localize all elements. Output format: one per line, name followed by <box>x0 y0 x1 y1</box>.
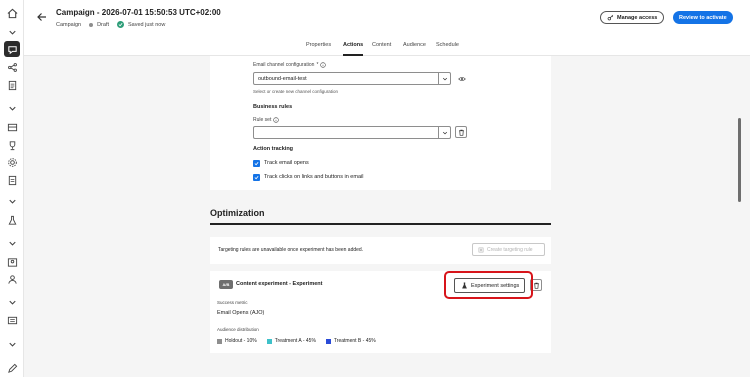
trash-icon <box>458 129 464 136</box>
saved-check-icon <box>117 21 124 28</box>
treatment-a-swatch <box>266 338 272 344</box>
review-to-activate-button[interactable]: Review to activate <box>673 11 733 24</box>
tab-content[interactable]: Content <box>372 42 391 48</box>
success-metric-value: Email Opens (AJO) <box>217 310 265 316</box>
gear-icon[interactable] <box>5 155 19 169</box>
optimization-heading: Optimization <box>210 208 265 218</box>
audience-distribution-legend: Holdout - 10% Treatment A - 45% Treatmen… <box>217 338 376 344</box>
legend-treatment-b: Treatment B - 45% <box>325 338 376 344</box>
chevron-down-icon[interactable] <box>5 295 19 309</box>
email-config-value: outbound-email-test <box>258 75 307 82</box>
key-icon <box>607 14 614 21</box>
chevron-down-icon[interactable] <box>5 236 19 250</box>
holdout-swatch <box>217 338 222 344</box>
business-rules-heading: Business rules <box>253 104 293 110</box>
manage-access-label: Manage access <box>617 14 658 21</box>
tab-properties[interactable]: Properties <box>306 42 331 48</box>
edit-icon[interactable] <box>5 361 19 375</box>
scrollbar-thumb[interactable] <box>738 118 741 202</box>
audiences-icon[interactable] <box>5 255 19 269</box>
chevron-down-icon[interactable] <box>438 127 450 138</box>
home-icon[interactable] <box>5 6 19 20</box>
tab-actions[interactable]: Actions <box>343 42 364 56</box>
eye-icon[interactable] <box>458 76 466 82</box>
action-settings-panel: Email channel configuration * outbound-e… <box>210 56 551 190</box>
action-tracking-heading: Action tracking <box>253 146 294 152</box>
ab-badge: A/B <box>219 280 233 289</box>
delete-rule-set-button[interactable] <box>455 126 467 138</box>
reports-icon[interactable] <box>5 173 19 187</box>
legend-treatment-a: Treatment A - 45% <box>266 338 316 344</box>
rule-set-select[interactable] <box>253 126 451 139</box>
experiment-title: Content experiment - Experiment <box>236 281 323 287</box>
chevron-down-icon[interactable] <box>5 194 19 208</box>
track-opens-label: Track email opens <box>264 160 309 166</box>
draft-status-dot <box>89 22 94 27</box>
targeting-unavailable-note: Targeting rules are unavailable once exp… <box>218 247 364 253</box>
channels-icon[interactable] <box>5 120 19 134</box>
legend-holdout: Holdout - 10% <box>217 338 257 344</box>
chevron-down-icon[interactable] <box>5 337 19 351</box>
optimization-divider <box>210 223 551 225</box>
rule-set-label: Rule set <box>253 117 280 123</box>
audience-distribution-label: Audience distribution <box>217 327 259 332</box>
create-targeting-rule-label: Create targeting rule <box>487 246 533 253</box>
track-clicks-label: Track clicks on links and buttons in ema… <box>264 174 364 180</box>
tab-audience[interactable]: Audience <box>403 42 426 48</box>
tab-bar: Properties Actions Content Audience Sche… <box>24 36 750 56</box>
email-config-helper: Select or create new channel configurati… <box>253 89 339 94</box>
schemas-icon[interactable] <box>5 313 19 327</box>
flask-icon[interactable] <box>5 213 19 227</box>
highlight-box <box>444 271 533 299</box>
targeting-rules-card: Targeting rules are unavailable once exp… <box>210 237 551 264</box>
success-metric-label: Success metric <box>217 300 248 305</box>
campaign-status-line: Campaign Draft Saved just now <box>56 21 165 28</box>
chevron-down-icon[interactable] <box>5 101 19 115</box>
left-nav-rail <box>0 0 24 377</box>
info-icon[interactable] <box>320 62 327 68</box>
campaigns-icon[interactable] <box>4 41 20 57</box>
track-opens-checkbox[interactable] <box>253 160 260 167</box>
track-clicks-checkbox[interactable] <box>253 174 260 181</box>
status-badge: Draft <box>97 21 109 28</box>
campaign-header: Campaign - 2026-07-01 15:50:53 UTC+02:00… <box>24 0 750 36</box>
saved-status: Saved just now <box>128 21 166 28</box>
chevron-down-icon[interactable] <box>5 25 19 39</box>
object-type-label: Campaign <box>56 21 82 28</box>
trash-icon <box>533 282 539 289</box>
journeys-icon[interactable] <box>5 60 19 74</box>
email-config-select[interactable]: outbound-email-test <box>253 72 451 85</box>
manage-access-button[interactable]: Manage access <box>600 11 665 24</box>
targeting-icon <box>478 247 484 252</box>
info-icon[interactable] <box>273 117 280 123</box>
create-targeting-rule-button[interactable]: Create targeting rule <box>472 243 545 256</box>
trophy-icon[interactable] <box>5 138 19 152</box>
email-config-label: Email channel configuration * <box>253 62 327 68</box>
chevron-down-icon[interactable] <box>438 73 450 84</box>
profiles-icon[interactable] <box>5 272 19 286</box>
back-arrow-icon[interactable] <box>36 11 48 23</box>
page-title: Campaign - 2026-07-01 15:50:53 UTC+02:00 <box>56 8 221 17</box>
tab-schedule[interactable]: Schedule <box>436 42 459 48</box>
treatment-b-swatch <box>325 338 331 344</box>
content-icon[interactable] <box>5 78 19 92</box>
